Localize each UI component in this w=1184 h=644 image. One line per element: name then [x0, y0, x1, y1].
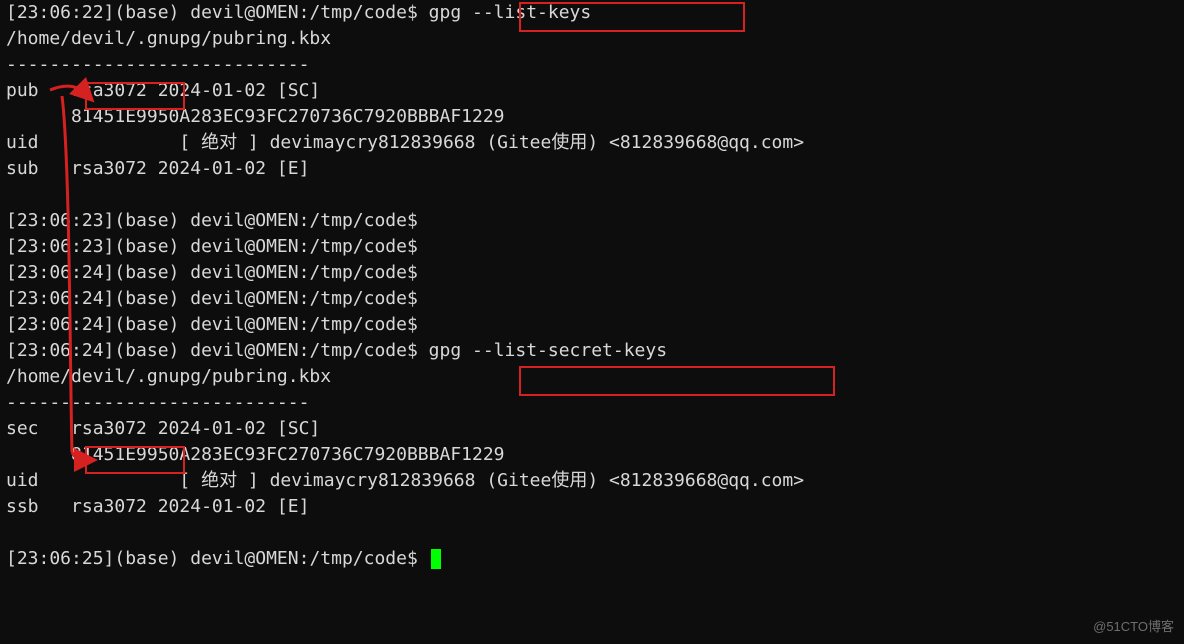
blank-line — [6, 520, 1178, 546]
timestamp: [23:06:24] — [6, 314, 114, 335]
blank-line — [6, 182, 1178, 208]
terminal-line: [23:06:24](base) devil@OMEN:/tmp/code$ — [6, 260, 1178, 286]
terminal-line: [23:06:22](base) devil@OMEN:/tmp/code$ g… — [6, 0, 1178, 26]
timestamp: [23:06:23] — [6, 236, 114, 257]
shell-prompt: (base) devil@OMEN:/tmp/code$ — [114, 236, 417, 257]
command: gpg --list-secret-keys — [429, 340, 667, 361]
terminal-line: /home/devil/.gnupg/pubring.kbx — [6, 364, 1178, 390]
terminal-line: ---------------------------- — [6, 390, 1178, 416]
key-sub-line: sub rsa3072 2024-01-02 [E] — [6, 156, 1178, 182]
terminal-line: [23:06:24](base) devil@OMEN:/tmp/code$ — [6, 286, 1178, 312]
terminal-line: [23:06:24](base) devil@OMEN:/tmp/code$ — [6, 312, 1178, 338]
timestamp: [23:06:23] — [6, 210, 114, 231]
key-fingerprint: 81451E9950A283EC93FC270736C7920BBBAF1229 — [6, 104, 1178, 130]
command: gpg --list-keys — [429, 2, 592, 23]
watermark: @51CTO博客 — [1093, 614, 1174, 640]
key-uid: uid [ 绝对 ] devimaycry812839668 (Gitee使用)… — [6, 468, 1178, 494]
key-pub-line: pub rsa3072 2024-01-02 [SC] — [6, 78, 1178, 104]
key-fingerprint: 81451E9950A283EC93FC270736C7920BBBAF1229 — [6, 442, 1178, 468]
key-uid: uid [ 绝对 ] devimaycry812839668 (Gitee使用)… — [6, 130, 1178, 156]
shell-prompt: (base) devil@OMEN:/tmp/code$ — [114, 340, 417, 361]
timestamp: [23:06:24] — [6, 340, 114, 361]
timestamp: [23:06:22] — [6, 2, 114, 23]
shell-prompt: (base) devil@OMEN:/tmp/code$ — [114, 548, 417, 569]
shell-prompt: (base) devil@OMEN:/tmp/code$ — [114, 262, 417, 283]
key-sub-line: ssb rsa3072 2024-01-02 [E] — [6, 494, 1178, 520]
terminal-line: /home/devil/.gnupg/pubring.kbx — [6, 26, 1178, 52]
terminal-line: [23:06:23](base) devil@OMEN:/tmp/code$ — [6, 234, 1178, 260]
timestamp: [23:06:24] — [6, 288, 114, 309]
terminal-output[interactable]: [23:06:22](base) devil@OMEN:/tmp/code$ g… — [0, 0, 1184, 572]
timestamp: [23:06:24] — [6, 262, 114, 283]
shell-prompt: (base) devil@OMEN:/tmp/code$ — [114, 288, 417, 309]
shell-prompt: (base) devil@OMEN:/tmp/code$ — [114, 314, 417, 335]
cursor — [431, 549, 441, 569]
terminal-line: [23:06:24](base) devil@OMEN:/tmp/code$ g… — [6, 338, 1178, 364]
timestamp: [23:06:25] — [6, 548, 114, 569]
terminal-line: ---------------------------- — [6, 52, 1178, 78]
shell-prompt: (base) devil@OMEN:/tmp/code$ — [114, 2, 417, 23]
terminal-line: [23:06:25](base) devil@OMEN:/tmp/code$ — [6, 546, 1178, 572]
key-pub-line: sec rsa3072 2024-01-02 [SC] — [6, 416, 1178, 442]
terminal-line: [23:06:23](base) devil@OMEN:/tmp/code$ — [6, 208, 1178, 234]
shell-prompt: (base) devil@OMEN:/tmp/code$ — [114, 210, 417, 231]
